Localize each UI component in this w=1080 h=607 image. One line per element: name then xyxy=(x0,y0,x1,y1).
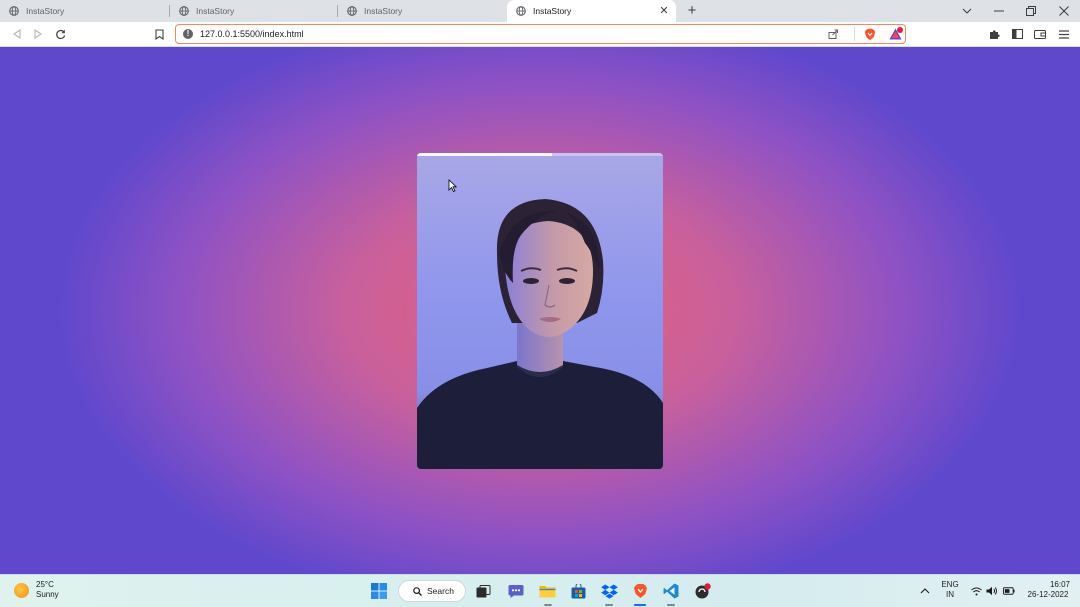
app-with-notification-icon[interactable] xyxy=(693,582,711,600)
close-window-icon[interactable] xyxy=(1055,2,1073,20)
sidebar-icon[interactable] xyxy=(1010,27,1024,41)
vscode-icon[interactable] xyxy=(662,582,680,600)
tab-strip: InstaStory InstaStory InstaStory InstaSt… xyxy=(0,0,1080,22)
tab-instastory-active[interactable]: InstaStory ✕ xyxy=(507,0,676,22)
clock[interactable]: 16:07 26-12-2022 xyxy=(1024,580,1072,600)
globe-icon xyxy=(516,6,526,16)
teams-chat-icon[interactable] xyxy=(507,582,525,600)
battery-icon[interactable] xyxy=(1003,585,1015,597)
minimize-icon[interactable] xyxy=(990,2,1008,20)
tab-instastory-2[interactable]: InstaStory xyxy=(170,0,338,22)
language-region: IN xyxy=(946,590,954,599)
bookmark-icon[interactable] xyxy=(152,27,166,41)
brave-rewards-icon[interactable] xyxy=(887,27,903,41)
tab-instastory-1[interactable]: InstaStory xyxy=(0,0,170,22)
tab-instastory-3[interactable]: InstaStory xyxy=(338,0,506,22)
clock-time: 16:07 xyxy=(1049,580,1070,589)
dropbox-icon[interactable] xyxy=(600,582,618,600)
tab-search-chevron-icon[interactable] xyxy=(958,2,976,20)
weather-widget[interactable]: 25°C Sunny xyxy=(14,580,59,600)
rewards-badge xyxy=(897,27,903,33)
windows-start-icon[interactable] xyxy=(370,582,388,600)
taskbar-search-button[interactable]: Search xyxy=(398,580,466,602)
address-url[interactable]: 127.0.0.1:5500/index.html xyxy=(200,29,304,39)
input-language-indicator[interactable]: ENG IN xyxy=(938,580,962,600)
windows-taskbar: 25°C Sunny Search ENG IN 16:07 26-12-202… xyxy=(0,574,1080,607)
volume-icon[interactable] xyxy=(986,585,998,597)
address-bar[interactable]: ! 127.0.0.1:5500/index.html xyxy=(175,24,906,44)
weather-temperature: 25°C xyxy=(36,580,54,589)
story-progress-track xyxy=(417,153,663,156)
dropbox-running-indicator xyxy=(605,604,613,606)
back-icon[interactable] xyxy=(9,27,23,41)
omnibox-divider xyxy=(854,27,855,41)
weather-condition: Sunny xyxy=(36,590,59,599)
tab-title: InstaStory xyxy=(364,6,403,16)
task-view-icon[interactable] xyxy=(474,582,492,600)
taskbar-search-label: Search xyxy=(427,586,454,596)
language-code: ENG xyxy=(941,580,959,589)
brave-browser-icon[interactable] xyxy=(631,582,649,600)
sun-icon xyxy=(14,582,29,598)
globe-icon xyxy=(347,6,357,16)
forward-icon[interactable] xyxy=(31,27,45,41)
wallet-icon[interactable] xyxy=(1033,27,1047,41)
show-hidden-icons-chevron[interactable] xyxy=(919,585,931,597)
file-explorer-icon[interactable] xyxy=(538,582,556,600)
woman-portrait-photo xyxy=(417,199,663,469)
file-explorer-running-indicator xyxy=(544,604,552,606)
site-info-icon[interactable]: ! xyxy=(183,29,193,39)
extensions-puzzle-icon[interactable] xyxy=(987,27,1001,41)
new-tab-plus-icon[interactable]: + xyxy=(684,3,700,19)
story-progress-fill xyxy=(417,153,553,156)
brave-shields-icon[interactable] xyxy=(863,27,877,41)
globe-icon xyxy=(179,6,189,16)
story-card[interactable] xyxy=(417,153,663,469)
microsoft-store-icon[interactable] xyxy=(569,582,587,600)
omnibox-actions xyxy=(826,25,905,43)
share-icon[interactable] xyxy=(826,27,840,41)
globe-icon xyxy=(9,6,19,16)
brave-active-indicator xyxy=(634,604,646,606)
mouse-cursor-icon xyxy=(448,179,457,192)
tab-title: InstaStory xyxy=(196,6,235,16)
page-background xyxy=(0,47,1080,574)
reload-icon[interactable] xyxy=(53,27,67,41)
vscode-running-indicator xyxy=(667,604,675,606)
tab-title: InstaStory xyxy=(26,6,65,16)
close-tab-icon[interactable]: ✕ xyxy=(658,5,670,17)
browser-toolbar: ! 127.0.0.1:5500/index.html xyxy=(0,22,1080,47)
tab-title: InstaStory xyxy=(533,6,572,16)
wifi-icon[interactable] xyxy=(970,585,982,597)
search-icon xyxy=(413,586,422,596)
clock-date: 26-12-2022 xyxy=(1027,590,1069,599)
restore-icon[interactable] xyxy=(1022,2,1040,20)
menu-hamburger-icon[interactable] xyxy=(1057,27,1071,41)
